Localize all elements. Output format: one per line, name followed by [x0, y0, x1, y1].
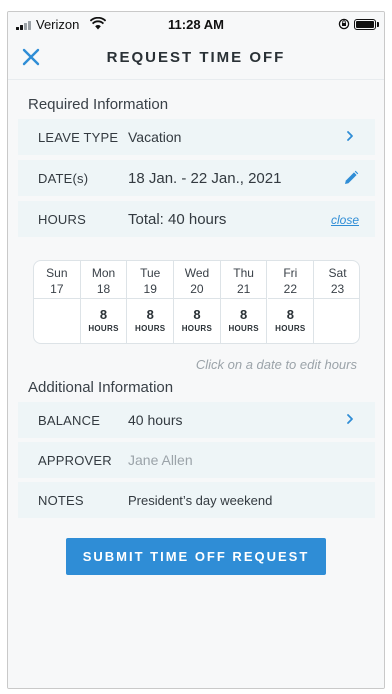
day-of-week: Sat — [328, 266, 347, 280]
additional-section-title: Additional Information — [28, 379, 174, 396]
close-calendar-link[interactable]: close — [331, 213, 359, 227]
calendar-day-header: Sun 17 — [34, 261, 80, 299]
day-number: 17 — [50, 282, 64, 296]
hours-total: Total: 40 hours — [128, 211, 227, 228]
day-hours-unit: HOURS — [228, 324, 259, 333]
day-hours: 8 — [146, 307, 154, 322]
page-title: REQUEST TIME OFF — [106, 49, 286, 66]
calendar-day: Sun 17 — [34, 261, 81, 343]
calendar-hours-cell[interactable] — [314, 299, 359, 343]
day-number: 23 — [330, 282, 345, 296]
day-of-week: Thu — [233, 266, 254, 280]
day-hours-unit: HOURS — [181, 324, 213, 333]
day-of-week: Tue — [140, 266, 161, 280]
balance-label: BALANCE — [38, 413, 101, 428]
calendar-hours-cell[interactable]: 8 HOURS — [127, 299, 173, 343]
battery-tip — [377, 22, 379, 27]
hours-label: HOURS — [38, 212, 86, 227]
calendar-day: Fri 22 8 HOURS — [267, 261, 315, 343]
calendar-day-header: Sat 23 — [314, 261, 359, 299]
day-hours-unit: HOURS — [275, 324, 306, 333]
day-hours: 8 — [99, 307, 108, 322]
day-number: 21 — [236, 282, 251, 296]
approver-label: APPROVER — [38, 453, 112, 468]
calendar-hours-cell[interactable]: 8 HOURS — [268, 299, 314, 343]
day-of-week: Fri — [283, 266, 298, 280]
day-of-week: Mon — [91, 266, 116, 280]
day-hours: 8 — [286, 307, 294, 322]
calendar-day: Mon 18 8 HOURS — [80, 261, 128, 343]
dates-label: DATE(s) — [38, 171, 89, 186]
battery-icon — [354, 19, 376, 30]
calendar-day: Thu 21 8 HOURS — [220, 261, 268, 343]
day-number: 19 — [143, 282, 157, 296]
leave-type-value: Vacation — [128, 129, 182, 145]
day-number: 18 — [96, 282, 111, 296]
navigation-bar: REQUEST TIME OFF — [8, 36, 384, 80]
calendar-day: Wed 20 8 HOURS — [174, 261, 221, 343]
submit-request-button[interactable]: SUBMIT TIME OFF REQUEST — [66, 538, 326, 575]
chevron-right-icon[interactable] — [345, 412, 355, 426]
balance-row[interactable]: BALANCE 40 hours — [18, 402, 375, 438]
calendar-hours-cell[interactable]: 8 HOURS — [174, 299, 220, 343]
day-number: 22 — [283, 282, 298, 296]
day-hours: 8 — [193, 307, 201, 322]
calendar-day-header: Thu 21 — [220, 261, 267, 299]
status-bar: Verizon 11:28 AM — [8, 12, 384, 36]
dates-row[interactable]: DATE(s) 18 Jan. - 22 Jan., 2021 — [18, 160, 375, 196]
calendar-hours-cell[interactable]: 8 HOURS — [81, 299, 127, 343]
calendar-day-header: Tue 19 — [127, 261, 174, 299]
form-body: Required Information LEAVE TYPE Vacation… — [8, 80, 384, 688]
required-section-title: Required Information — [28, 96, 169, 113]
notes-label: NOTES — [38, 493, 84, 508]
calendar-day-header: Fri 22 — [267, 261, 314, 299]
calendar-day-header: Wed 20 — [174, 261, 220, 299]
status-time: 11:28 AM — [168, 17, 224, 32]
hours-row: HOURS Total: 40 hours close — [18, 201, 375, 237]
calendar-hours-cell[interactable] — [34, 299, 80, 343]
calendar-day: Sat 23 — [314, 261, 359, 343]
calendar-hours-cell[interactable]: 8 HOURS — [221, 299, 267, 343]
orientation-lock-icon — [338, 18, 350, 30]
balance-value: 40 hours — [128, 412, 183, 428]
day-number: 20 — [190, 282, 204, 296]
day-hours-unit: HOURS — [88, 324, 119, 333]
approver-value[interactable]: Jane Allen — [128, 452, 193, 468]
phone-screen: Verizon 11:28 AM REQUEST TIME OFF Requir… — [7, 11, 385, 689]
chevron-right-icon[interactable] — [345, 129, 355, 143]
hours-calendar: Sun 17 Mon 18 8 HOURS Tue 19 8 HOURS Wed… — [33, 260, 360, 344]
day-hours-unit: HOURS — [135, 324, 166, 333]
calendar-day: Tue 19 8 HOURS — [127, 261, 175, 343]
day-hours: 8 — [240, 307, 248, 322]
notes-row[interactable]: NOTES President’s day weekend — [18, 482, 375, 518]
dates-value: 18 Jan. - 22 Jan., 2021 — [128, 170, 282, 187]
approver-row[interactable]: APPROVER Jane Allen — [18, 442, 375, 478]
calendar-day-header: Mon 18 — [80, 261, 127, 299]
day-of-week: Sun — [46, 266, 68, 280]
notes-value[interactable]: President’s day weekend — [128, 493, 272, 508]
calendar-hint: Click on a date to edit hours — [195, 357, 357, 372]
day-of-week: Wed — [184, 266, 210, 280]
pencil-icon[interactable] — [343, 170, 359, 186]
leave-type-label: LEAVE TYPE — [38, 130, 119, 145]
leave-type-row[interactable]: LEAVE TYPE Vacation — [18, 119, 375, 155]
